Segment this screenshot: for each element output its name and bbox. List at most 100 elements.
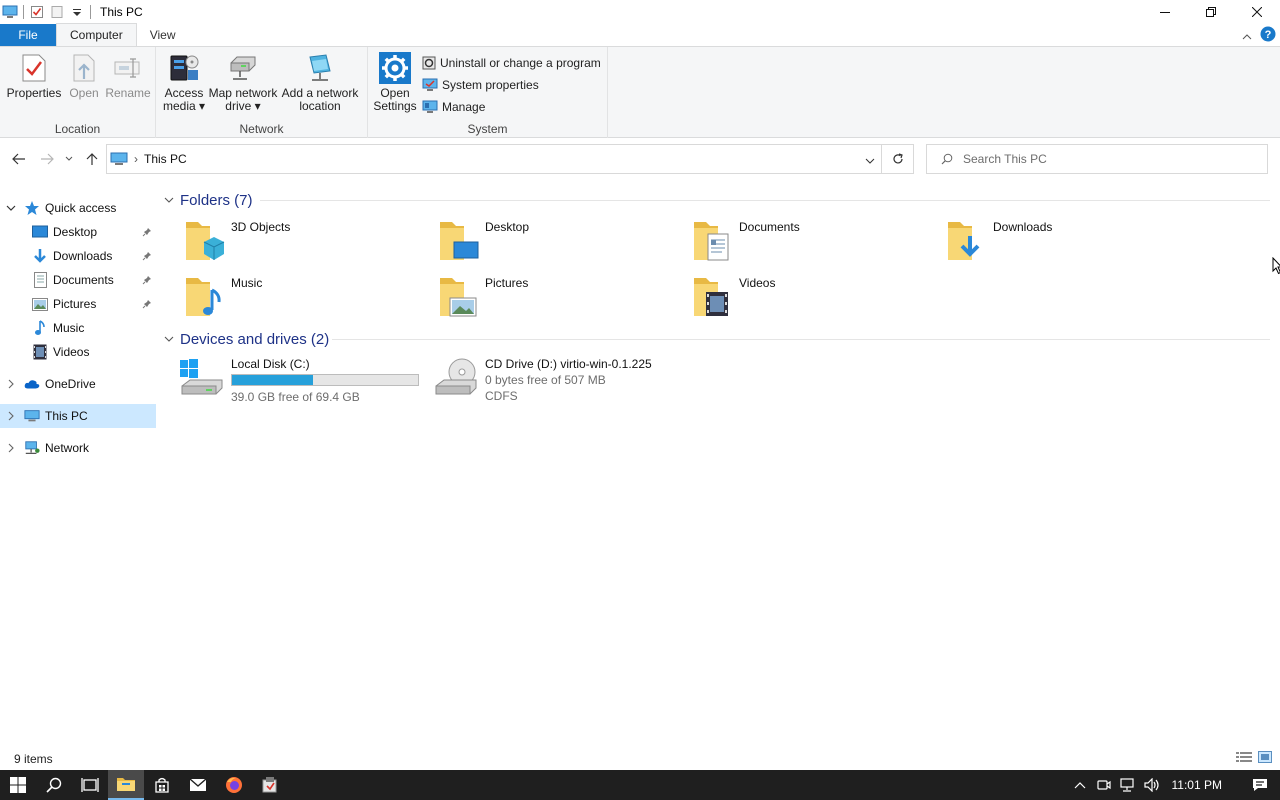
quick-access-toolbar [0, 0, 94, 24]
drive-tile-d[interactable]: CD Drive (D:) virtio-win-0.1.225 0 bytes… [414, 354, 668, 406]
drive-free-space: 39.0 GB free of 69.4 GB [231, 390, 360, 404]
folder-tile[interactable]: Desktop [414, 218, 668, 270]
pin-icon[interactable] [141, 298, 153, 310]
task-view-icon[interactable] [72, 770, 108, 800]
nav-qa-downloads[interactable]: Downloads [0, 244, 156, 268]
mail-envelope-icon[interactable] [180, 770, 216, 800]
expand-chevron-right-icon[interactable] [5, 410, 17, 422]
folder-tile[interactable]: Pictures [414, 274, 668, 326]
pin-icon[interactable] [141, 250, 153, 262]
recent-locations-chevron-icon[interactable] [62, 149, 76, 169]
nav-network[interactable]: Network [0, 436, 156, 460]
back-arrow-icon[interactable] [9, 149, 29, 169]
folders-group-header[interactable]: Folders (7) [164, 190, 253, 210]
address-path[interactable]: This PC [144, 152, 187, 166]
breadcrumb-separator-icon[interactable]: › [134, 152, 138, 166]
folder-tile[interactable]: Music [160, 274, 414, 326]
drives-group-header[interactable]: Devices and drives (2) [164, 329, 329, 349]
mouse-cursor-icon [1272, 256, 1280, 278]
start-windows-icon[interactable] [0, 770, 36, 800]
tab-file[interactable]: File [0, 24, 56, 46]
store-bag-icon[interactable] [144, 770, 180, 800]
folder-tile[interactable]: 3D Objects [160, 218, 414, 270]
tab-computer[interactable]: Computer [56, 23, 137, 46]
access-media-button[interactable]: Access media ▾ [162, 51, 206, 113]
music-folder-icon [184, 274, 226, 320]
navigation-pane: Quick access Desktop Downloads Documents… [0, 190, 156, 740]
drive-tile-c[interactable]: Local Disk (C:) 39.0 GB free of 69.4 GB [160, 354, 419, 406]
nav-qa-desktop[interactable]: Desktop [0, 220, 156, 244]
folder-tile[interactable]: Videos [668, 274, 922, 326]
nav-onedrive[interactable]: OneDrive [0, 372, 156, 396]
collapse-chevron-icon [164, 197, 174, 203]
desktop-icon [32, 224, 48, 240]
volume-speaker-icon[interactable] [1140, 770, 1164, 800]
help-icon[interactable]: ? [1260, 26, 1276, 45]
action-center-icon[interactable] [1240, 770, 1280, 800]
nav-network-label: Network [45, 441, 90, 455]
documents-icon [32, 272, 48, 288]
up-arrow-icon[interactable] [82, 149, 102, 169]
this-pc-icon [24, 408, 40, 424]
pictures-folder-icon [438, 274, 480, 320]
nav-qa-pictures-label: Pictures [53, 297, 97, 311]
firefox-icon[interactable] [216, 770, 252, 800]
properties-icon [18, 51, 50, 85]
folder-name: Desktop [485, 220, 530, 234]
uninstall-program-button[interactable]: Uninstall or change a program [422, 53, 601, 73]
nav-qa-music[interactable]: Music [0, 316, 156, 340]
properties-qat-icon[interactable] [27, 2, 47, 22]
computer-icon[interactable] [0, 2, 20, 22]
restore-button[interactable] [1188, 0, 1234, 24]
file-explorer-taskbar-icon[interactable] [108, 770, 144, 800]
new-folder-qat-icon[interactable] [47, 2, 67, 22]
open-settings-button[interactable]: Open Settings [372, 51, 418, 113]
nav-quick-access[interactable]: Quick access [0, 196, 156, 220]
minimize-button[interactable] [1142, 0, 1188, 24]
tab-view[interactable]: View [137, 24, 189, 46]
qat-dropdown-icon[interactable] [67, 2, 87, 22]
taskbar-search-icon[interactable] [36, 770, 72, 800]
address-dropdown-icon[interactable] [865, 154, 875, 168]
expand-chevron-down-icon[interactable] [5, 202, 17, 214]
manage-button[interactable]: Manage [422, 97, 485, 117]
nav-this-pc[interactable]: This PC [0, 404, 156, 428]
nav-qa-pictures[interactable]: Pictures [0, 292, 156, 316]
large-icons-view-icon[interactable] [1258, 751, 1272, 766]
nav-qa-videos[interactable]: Videos [0, 340, 156, 364]
rename-label: Rename [105, 86, 151, 100]
taskbar-clock[interactable]: 11:01 PM [1172, 778, 1222, 792]
meet-now-icon[interactable] [1092, 770, 1116, 800]
system-properties-button[interactable]: System properties [422, 75, 539, 95]
collapse-ribbon-icon[interactable] [1242, 29, 1252, 43]
close-button[interactable] [1234, 0, 1280, 24]
nav-this-pc-label: This PC [45, 409, 88, 423]
folders-divider [260, 200, 1270, 201]
ribbon: Properties Open Rename Location Access m… [0, 46, 1280, 138]
folder-tile[interactable]: Documents [668, 218, 922, 270]
add-network-location-button[interactable]: Add a network location [280, 51, 360, 113]
details-view-icon[interactable] [1236, 751, 1252, 766]
folder-tile[interactable]: Downloads [922, 218, 1176, 270]
drive-filesystem: CDFS [485, 389, 518, 403]
address-bar[interactable]: › This PC [106, 144, 882, 174]
rename-button[interactable]: Rename [104, 51, 152, 100]
pin-icon[interactable] [141, 274, 153, 286]
network-tray-icon[interactable] [1116, 770, 1140, 800]
refresh-button[interactable] [882, 144, 914, 174]
properties-button[interactable]: Properties [6, 51, 62, 100]
forward-arrow-icon[interactable] [37, 149, 57, 169]
uninstall-label: Uninstall or change a program [440, 56, 601, 70]
nav-qa-documents[interactable]: Documents [0, 268, 156, 292]
map-network-drive-button[interactable]: Map network drive ▾ [208, 51, 278, 113]
tray-chevron-up-icon[interactable] [1068, 770, 1092, 800]
window-title: This PC [100, 5, 143, 19]
expand-chevron-right-icon[interactable] [5, 378, 17, 390]
manage-label: Manage [442, 100, 486, 114]
pin-icon[interactable] [141, 226, 153, 238]
search-input[interactable]: Search This PC [963, 152, 1047, 166]
open-button[interactable]: Open [66, 51, 102, 100]
app-installer-icon[interactable] [252, 770, 288, 800]
expand-chevron-right-icon[interactable] [5, 442, 17, 454]
search-box[interactable]: Search This PC [926, 144, 1268, 174]
